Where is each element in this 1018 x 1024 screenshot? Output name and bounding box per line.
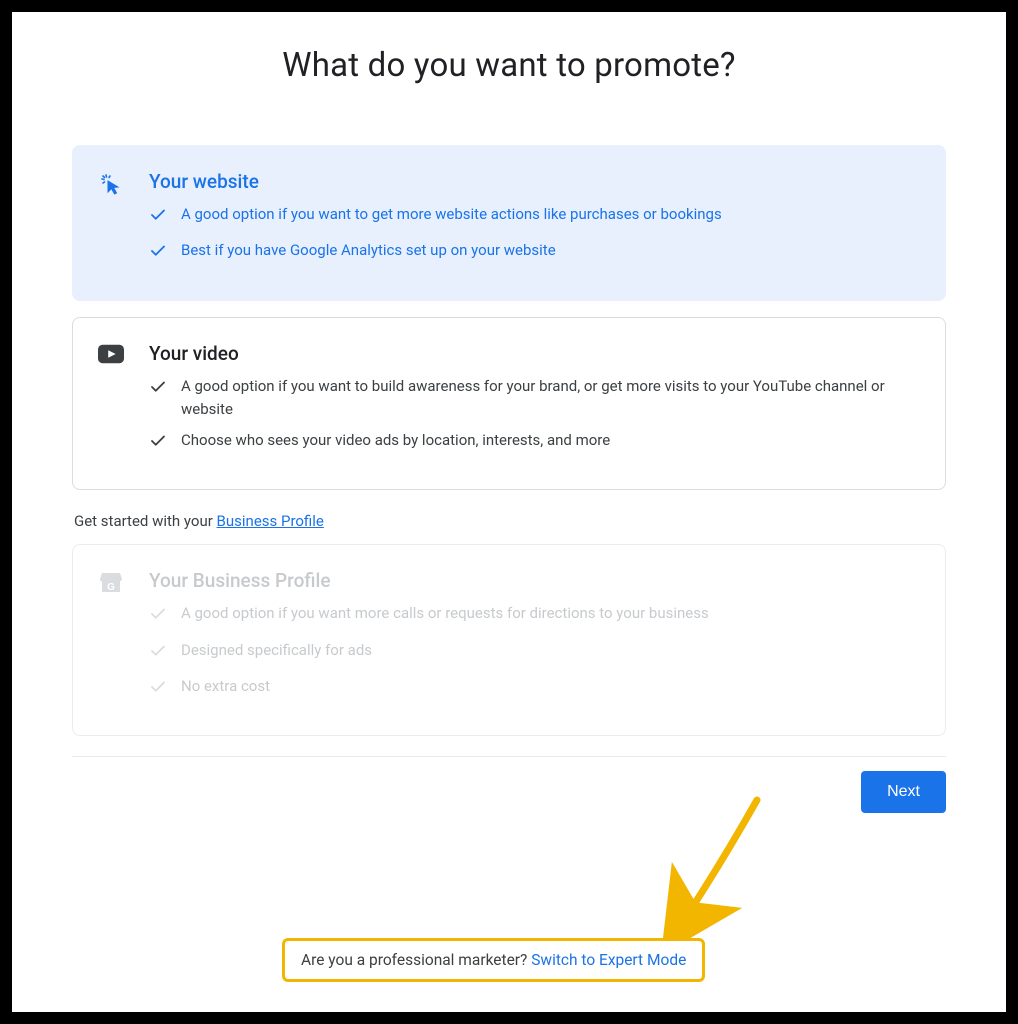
checkmark-icon [149,429,167,457]
option-title: Your website [149,170,917,193]
expert-mode-prefix: Are you a professional marketer? [301,951,531,969]
option-card-video[interactable]: Your video A good option if you want to … [72,317,946,491]
page-container: What do you want to promote? Your websit… [12,12,1006,1012]
storefront-icon: G [97,569,125,593]
svg-text:G: G [107,582,115,593]
option-bullet: A good option if you want to build aware… [181,375,917,422]
cursor-click-icon [97,170,125,196]
annotation-arrow-icon [662,792,772,942]
helper-prefix: Get started with your [74,512,217,530]
option-bullet: A good option if you want to get more we… [181,203,722,226]
checkmark-icon [149,602,167,630]
checkmark-icon [149,203,167,231]
option-bullet: Best if you have Google Analytics set up… [181,239,556,262]
option-title: Your video [149,342,917,365]
business-profile-link[interactable]: Business Profile [217,512,324,530]
youtube-icon [97,342,125,364]
checkmark-icon [149,375,167,403]
checkmark-icon [149,675,167,703]
option-bullet: Designed specifically for ads [181,639,372,662]
checkmark-icon [149,639,167,667]
page-title: What do you want to promote? [72,46,946,85]
checkmark-icon [149,239,167,267]
divider [72,756,946,757]
option-card-business-profile: G Your Business Profile A good option if… [72,544,946,736]
helper-text: Get started with your Business Profile [74,512,946,530]
option-bullet: Choose who sees your video ads by locati… [181,429,610,452]
option-title: Your Business Profile [149,569,917,592]
option-bullet: No extra cost [181,675,270,698]
switch-expert-mode-link[interactable]: Switch to Expert Mode [531,951,686,969]
option-bullet: A good option if you want more calls or … [181,602,709,625]
next-button[interactable]: Next [861,771,946,813]
option-card-website[interactable]: Your website A good option if you want t… [72,145,946,301]
expert-mode-callout: Are you a professional marketer? Switch … [282,938,705,982]
